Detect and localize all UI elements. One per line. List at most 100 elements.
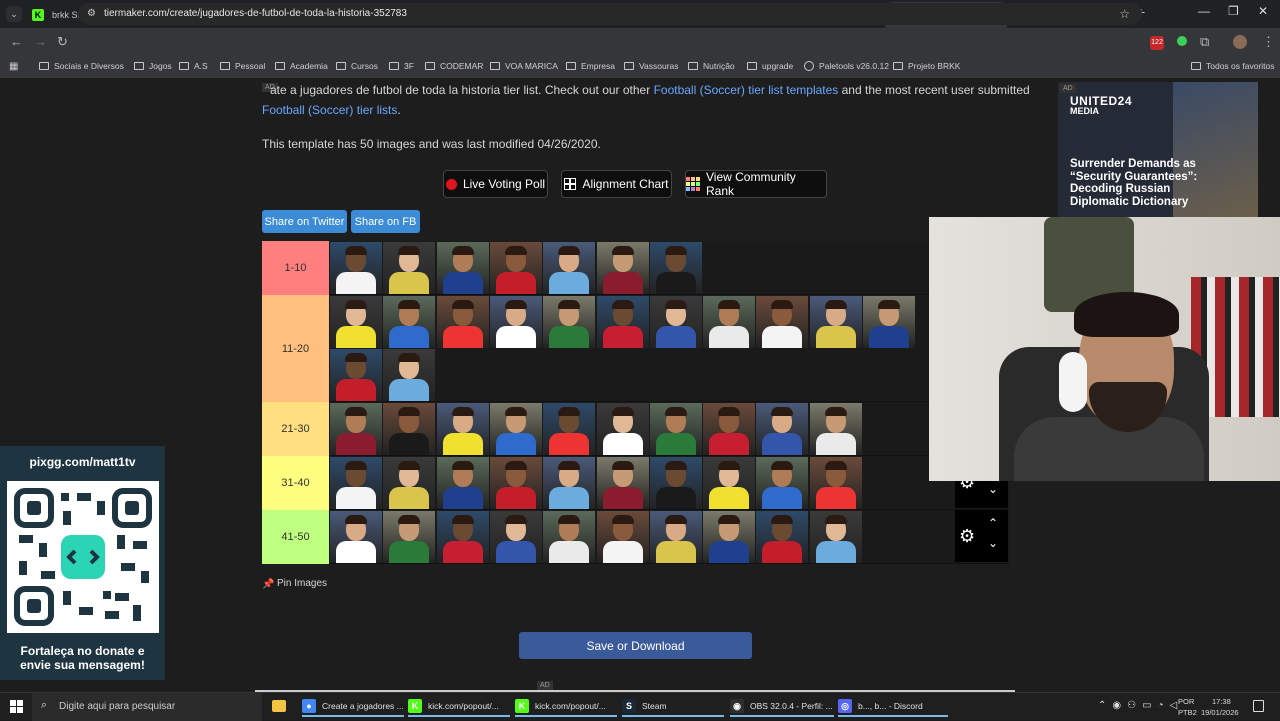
bookmark-item[interactable]: Academia — [275, 61, 328, 71]
player-tile[interactable] — [489, 457, 542, 509]
bookmark-item[interactable]: upgrade — [747, 61, 793, 71]
taskbar-app[interactable]: ◉ OBS 32.0.4 - Perfil: ... — [730, 697, 834, 717]
bookmark-item[interactable]: CODEMAR — [425, 61, 483, 71]
extension-badge-icon[interactable]: 122 — [1150, 36, 1164, 50]
player-tile[interactable] — [756, 457, 809, 509]
bookmark-item[interactable]: Vassouras — [624, 61, 679, 71]
reload-icon[interactable]: ↻ — [57, 34, 68, 50]
player-tile[interactable] — [649, 511, 702, 563]
player-tile[interactable] — [809, 296, 862, 348]
taskbar-app[interactable]: ◎ b..., b... - Discord — [838, 697, 948, 717]
taskbar-search-box[interactable]: ⌕ Digite aqui para pesquisar — [32, 693, 262, 721]
player-tile[interactable] — [809, 511, 862, 563]
player-tile[interactable] — [809, 403, 862, 455]
player-tile[interactable] — [383, 457, 436, 509]
tier-label[interactable]: 21-30 — [262, 402, 329, 456]
tier-label[interactable]: 31-40 — [262, 456, 329, 510]
bookmark-item[interactable]: Empresa — [566, 61, 615, 71]
windows-start-icon[interactable] — [10, 700, 23, 713]
player-tile[interactable] — [330, 296, 382, 348]
player-tile[interactable] — [543, 296, 596, 348]
share-fb-button[interactable]: Share on FB — [351, 210, 420, 233]
player-tile[interactable] — [489, 296, 542, 348]
pin-images-label[interactable]: Pin Images — [277, 578, 327, 589]
taskbar-app[interactable]: S Steam — [622, 697, 724, 717]
forward-icon[interactable]: → — [34, 34, 47, 49]
player-tile[interactable] — [330, 349, 382, 401]
bookmark-item[interactable]: Sociais e Diversos — [39, 61, 124, 71]
taskbar-app[interactable]: Kkick.com/popout/... — [408, 697, 510, 717]
tier-label[interactable]: 11-20 — [262, 295, 329, 402]
player-tile[interactable] — [489, 242, 542, 294]
player-tile[interactable] — [436, 403, 489, 455]
file-explorer-icon[interactable] — [272, 700, 286, 712]
tray-date[interactable]: 19/01/2026 — [1201, 708, 1239, 717]
taskbar-app[interactable]: ● Create a jogadores ... — [302, 697, 404, 717]
player-tile[interactable] — [383, 349, 436, 401]
bookmark-star-icon[interactable]: ☆ — [1119, 3, 1130, 25]
player-tile[interactable] — [489, 511, 542, 563]
player-tile[interactable] — [649, 296, 702, 348]
tier-label[interactable]: 41-50 — [262, 510, 329, 564]
view-community-rank-button[interactable]: View Community Rank — [685, 170, 827, 198]
tray-lang[interactable]: POR — [1178, 697, 1194, 706]
player-tile[interactable] — [436, 457, 489, 509]
tray-lang2[interactable]: PTB2 — [1178, 708, 1197, 717]
row-move-up-icon[interactable]: ⌃ — [988, 516, 998, 530]
bookmark-item[interactable]: Jogos — [134, 61, 172, 71]
player-tile[interactable] — [330, 242, 382, 294]
extension-green-icon[interactable] — [1177, 36, 1187, 46]
tray-icons[interactable]: ⌃◉⚇▭◔◁ — [1098, 700, 1183, 711]
player-tile[interactable] — [436, 511, 489, 563]
restore-icon[interactable]: ❐ — [1228, 4, 1239, 18]
tray-time[interactable]: 17:38 — [1212, 697, 1231, 706]
player-tile[interactable] — [809, 457, 862, 509]
player-tile[interactable] — [383, 296, 436, 348]
profile-avatar[interactable] — [1233, 35, 1247, 49]
player-tile[interactable] — [543, 242, 596, 294]
player-tile[interactable] — [703, 457, 756, 509]
player-tile[interactable] — [543, 403, 596, 455]
all-bookmarks[interactable]: Todos os favoritos — [1191, 61, 1275, 71]
live-voting-poll-button[interactable]: Live Voting Poll — [443, 170, 548, 198]
bookmark-item[interactable]: A.S — [179, 61, 208, 71]
player-tile[interactable] — [649, 457, 702, 509]
player-tile[interactable] — [703, 296, 756, 348]
player-tile[interactable] — [436, 296, 489, 348]
tab-search-button[interactable]: ⌄ — [6, 6, 22, 22]
player-tile[interactable] — [596, 403, 649, 455]
player-tile[interactable] — [489, 403, 542, 455]
bookmark-item[interactable]: Cursos — [336, 61, 378, 71]
player-tile[interactable] — [330, 403, 382, 455]
player-tile[interactable] — [543, 457, 596, 509]
apps-grid-icon[interactable]: ▦ — [9, 61, 18, 72]
bookmark-item[interactable]: 3F — [389, 61, 414, 71]
address-bar[interactable]: ⚙ tiermaker.com/create/jugadores-de-futb… — [78, 3, 1142, 25]
row-move-down-icon[interactable]: ⌄ — [988, 482, 998, 496]
close-window-icon[interactable]: ✕ — [1258, 4, 1268, 18]
minimize-icon[interactable]: — — [1198, 4, 1210, 18]
player-tile[interactable] — [756, 403, 809, 455]
menu-icon[interactable]: ⋮ — [1262, 34, 1275, 50]
bookmark-item[interactable]: Nutrição — [688, 61, 735, 71]
bookmark-item[interactable]: VOA MARICA — [490, 61, 558, 71]
tier-label[interactable]: 1-10 — [262, 241, 329, 295]
player-tile[interactable] — [436, 242, 489, 294]
extensions-puzzle-icon[interactable]: ⧉ — [1200, 34, 1209, 50]
player-tile[interactable] — [596, 242, 649, 294]
player-tile[interactable] — [596, 296, 649, 348]
row-move-down-icon[interactable]: ⌄ — [988, 536, 998, 550]
player-tile[interactable] — [863, 296, 915, 348]
player-tile[interactable] — [330, 511, 382, 563]
bookmark-item[interactable]: Projeto BRKK — [893, 61, 960, 71]
player-tile[interactable] — [596, 457, 649, 509]
player-tile[interactable] — [383, 403, 436, 455]
taskbar-app[interactable]: Kkick.com/popout/... — [515, 697, 617, 717]
share-twitter-button[interactable]: Share on Twitter — [262, 210, 347, 233]
player-tile[interactable] — [703, 511, 756, 563]
player-tile[interactable] — [330, 457, 382, 509]
player-tile[interactable] — [543, 511, 596, 563]
player-tile[interactable] — [649, 403, 702, 455]
player-tile[interactable] — [649, 242, 702, 294]
player-tile[interactable] — [383, 242, 436, 294]
